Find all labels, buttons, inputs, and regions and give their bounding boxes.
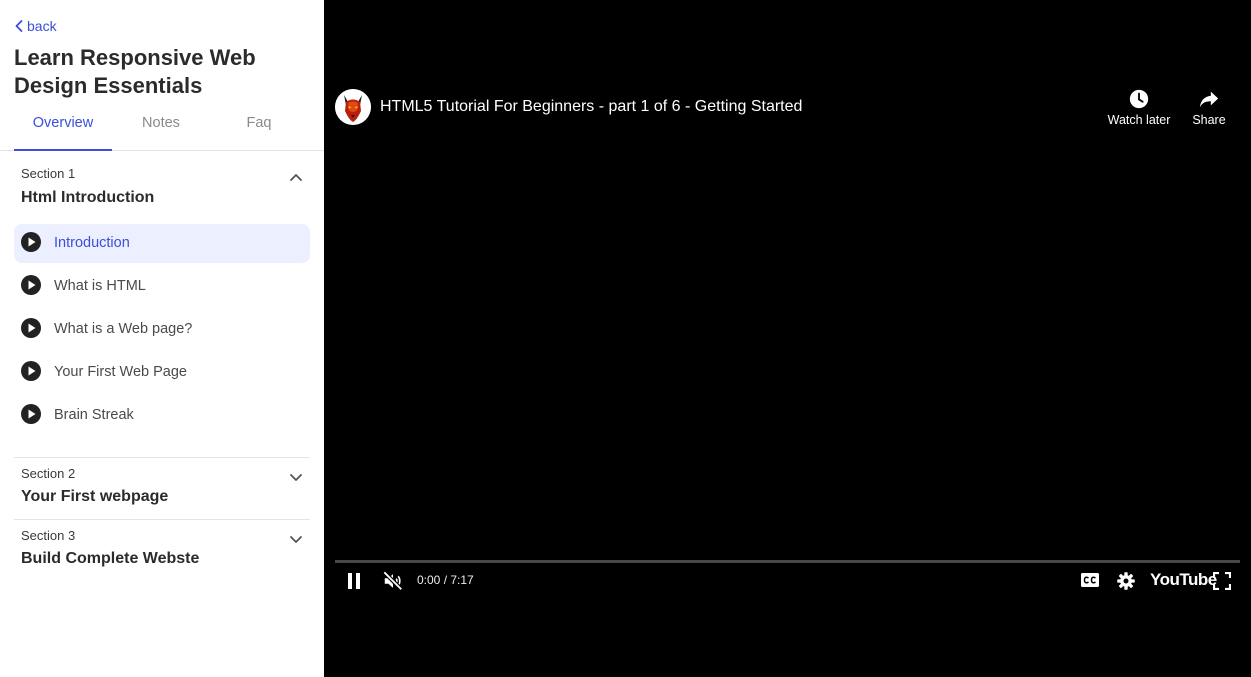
share-button[interactable]: Share (1186, 88, 1232, 127)
section-title: Your First webpage (21, 488, 169, 505)
lesson-label: Introduction (54, 235, 130, 251)
section-3[interactable]: Section 3 Build Complete Webste (14, 520, 310, 582)
play-circle-icon (21, 318, 41, 338)
clock-icon (1129, 89, 1149, 109)
section-number: Section 3 (21, 528, 76, 543)
youtube-logo[interactable]: YouTube (1150, 570, 1217, 590)
closed-captions-icon (1081, 573, 1099, 587)
mute-button[interactable] (382, 570, 404, 592)
lesson-item-brain-streak[interactable]: Brain Streak (14, 396, 310, 435)
channel-avatar[interactable] (335, 89, 371, 125)
section-1: Section 1 Html Introduction Introduction… (14, 160, 310, 450)
course-title: Learn Responsive Web Design Essentials (14, 45, 256, 98)
course-sidebar: back Learn Responsive Web Design Essenti… (0, 0, 324, 677)
pause-icon (348, 573, 360, 589)
video-title[interactable]: HTML5 Tutorial For Beginners - part 1 of… (380, 98, 802, 116)
fullscreen-button[interactable] (1213, 572, 1231, 590)
lesson-item-what-is-html[interactable]: What is HTML (14, 267, 310, 306)
chevron-up-icon[interactable] (290, 173, 302, 181)
lesson-item-your-first-web-page[interactable]: Your First Web Page (14, 353, 310, 392)
lesson-label: What is HTML (54, 278, 146, 294)
chevron-down-icon[interactable] (290, 474, 302, 482)
section-title: Build Complete Webste (21, 550, 200, 567)
share-label: Share (1192, 113, 1226, 127)
watch-later-label: Watch later (1107, 113, 1171, 127)
lesson-item-introduction[interactable]: Introduction (14, 224, 310, 263)
section-number: Section 2 (21, 466, 76, 481)
lesson-label: Brain Streak (54, 407, 134, 423)
play-circle-icon (21, 404, 41, 424)
tab-faq[interactable]: Faq (218, 106, 300, 150)
pause-button[interactable] (346, 572, 362, 590)
progress-bar[interactable] (335, 560, 1240, 563)
tab-overview[interactable]: Overview (14, 106, 112, 151)
section-2[interactable]: Section 2 Your First webpage (14, 458, 310, 520)
tab-notes[interactable]: Notes (120, 106, 202, 150)
play-circle-icon (21, 275, 41, 295)
section-title: Html Introduction (21, 189, 155, 206)
watch-later-button[interactable]: Watch later (1104, 88, 1174, 127)
section-number: Section 1 (21, 166, 76, 181)
back-link[interactable]: back (15, 18, 57, 34)
time-display: 0:00 / 7:17 (417, 573, 474, 587)
captions-button[interactable] (1081, 573, 1099, 587)
gear-icon (1117, 572, 1135, 590)
course-tabs: Overview Notes Faq (0, 106, 324, 151)
lesson-label: Your First Web Page (54, 364, 187, 380)
lesson-label: What is a Web page? (54, 321, 193, 337)
play-circle-icon (21, 232, 41, 252)
back-label: back (27, 18, 57, 34)
video-player[interactable]: HTML5 Tutorial For Beginners - part 1 of… (324, 0, 1251, 677)
lesson-list: Introduction What is HTML What is a Web … (14, 224, 310, 439)
fullscreen-icon (1213, 572, 1231, 590)
play-circle-icon (21, 361, 41, 381)
lesson-item-what-is-a-web-page[interactable]: What is a Web page? (14, 310, 310, 349)
volume-muted-icon (382, 570, 403, 591)
chevron-down-icon[interactable] (290, 536, 302, 544)
chevron-left-icon (15, 20, 23, 32)
share-arrow-icon (1199, 91, 1219, 108)
settings-button[interactable] (1116, 571, 1136, 591)
channel-logo-icon (335, 89, 371, 125)
